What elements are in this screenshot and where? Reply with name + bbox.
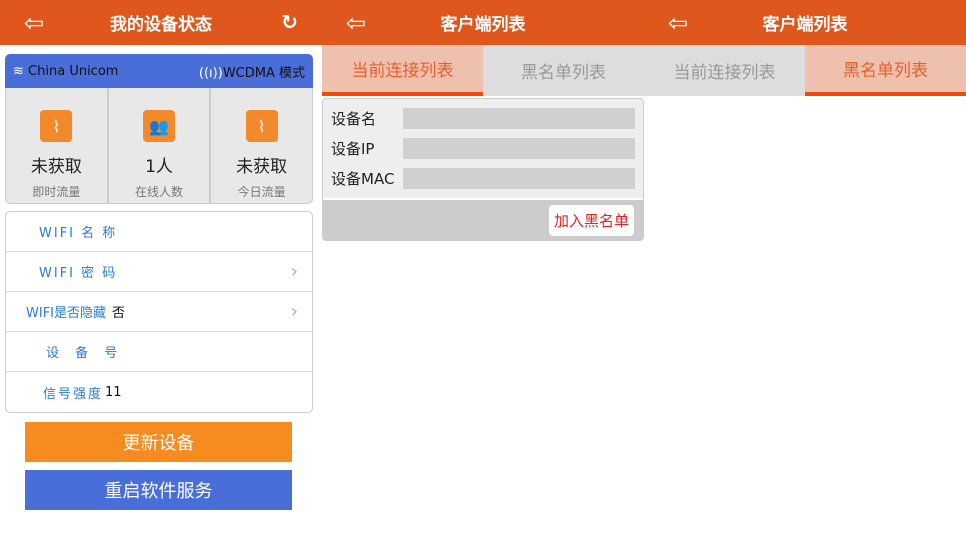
field-label: 设备MAC	[331, 169, 395, 188]
row-label: WIFI 密 码	[39, 266, 118, 281]
tab-bar: 当前连接列表 黑名单列表	[644, 45, 966, 96]
network-mode: WCDMA 模式	[222, 66, 305, 81]
stat-online-users: 👥 1人在线人数	[109, 88, 212, 203]
page-title: 我的设备状态	[110, 15, 212, 35]
device-name-row: 设备名	[323, 103, 643, 133]
stat-label: 在线人数	[135, 185, 184, 199]
blacklist-screen: ⇦ 客户端列表 当前连接列表 黑名单列表	[644, 0, 966, 547]
row-wifi-name[interactable]: WIFI 名 称	[6, 212, 312, 252]
page-title: 客户端列表	[762, 15, 848, 35]
tab-blacklist[interactable]: 黑名单列表	[483, 45, 644, 96]
stat-value: 1人	[145, 157, 173, 177]
chevron-right-icon: ›	[290, 261, 298, 282]
row-signal-strength: 信号强度 11	[6, 372, 312, 412]
device-mac-row: 设备MAC	[323, 163, 643, 193]
stat-label: 即时流量	[32, 185, 81, 199]
update-device-button[interactable]: 更新设备	[25, 422, 292, 462]
refresh-icon[interactable]: ↻	[281, 10, 298, 34]
field-value	[403, 107, 635, 129]
header: ⇦ 客户端列表	[644, 0, 966, 45]
field-value	[403, 167, 635, 189]
row-wifi-hidden[interactable]: WIFI是否隐藏否 ›	[6, 292, 312, 332]
carrier-bar: ≋ China Unicom ((ı))WCDMA 模式	[5, 54, 313, 89]
back-arrow-icon[interactable]: ⇦	[346, 9, 366, 37]
tab-blacklist[interactable]: 黑名单列表	[805, 45, 966, 96]
row-label: 设 备 号	[46, 346, 124, 361]
row-value: 11	[105, 384, 122, 400]
client-list-screen: ⇦ 客户端列表 当前连接列表 黑名单列表 设备名 设备IP 设备MAC 加入黑名…	[322, 0, 644, 547]
settings-list: WIFI 名 称 WIFI 密 码 › WIFI是否隐藏否 › 设 备 号 信号强度…	[5, 211, 313, 413]
field-value	[403, 137, 635, 159]
page-title: 客户端列表	[440, 15, 526, 35]
row-label: WIFI是否隐藏	[26, 306, 106, 321]
row-label: WIFI 名 称	[39, 226, 118, 241]
card-footer: 加入黑名单	[323, 198, 643, 240]
stat-value: 未获取	[236, 157, 288, 177]
client-card: 设备名 设备IP 设备MAC 加入黑名单	[322, 98, 644, 241]
carrier-name: China Unicom	[28, 64, 119, 79]
users-icon: 👥	[143, 110, 175, 142]
stat-label: 今日流量	[237, 185, 286, 199]
pulse-icon: ⌇	[245, 110, 278, 142]
tab-current-connections[interactable]: 当前连接列表	[322, 45, 483, 96]
chevron-right-icon: ›	[290, 301, 298, 322]
row-wifi-password[interactable]: WIFI 密 码 ›	[6, 252, 312, 292]
stat-instant-traffic: ⌇ 未获取即时流量	[6, 88, 109, 203]
back-arrow-icon[interactable]: ⇦	[24, 9, 44, 37]
device-status-screen: ⇦ 我的设备状态 ↻ ≋ China Unicom ((ı))WCDMA 模式 …	[0, 0, 322, 547]
stat-value: 未获取	[30, 157, 82, 177]
pulse-icon: ⌇	[40, 110, 73, 142]
restart-service-button[interactable]: 重启软件服务	[25, 470, 292, 510]
tab-bar: 当前连接列表 黑名单列表	[322, 45, 644, 96]
field-label: 设备IP	[331, 139, 375, 158]
add-to-blacklist-button[interactable]: 加入黑名单	[548, 205, 634, 236]
header: ⇦ 我的设备状态 ↻	[0, 0, 322, 45]
tab-current-connections[interactable]: 当前连接列表	[644, 45, 805, 96]
row-device-number: 设 备 号	[6, 332, 312, 372]
field-label: 设备名	[331, 109, 377, 128]
wifi-icon: ≋	[13, 64, 24, 79]
device-ip-row: 设备IP	[323, 133, 643, 163]
stat-today-traffic: ⌇ 未获取今日流量	[211, 88, 312, 203]
header: ⇦ 客户端列表	[322, 0, 644, 45]
stats-panel: ⌇ 未获取即时流量 👥 1人在线人数 ⌇ 未获取今日流量	[5, 88, 313, 204]
antenna-icon: ((ı))	[198, 66, 223, 81]
row-label: 信号强度	[43, 386, 104, 402]
row-value: 否	[112, 306, 126, 321]
back-arrow-icon[interactable]: ⇦	[668, 9, 688, 37]
